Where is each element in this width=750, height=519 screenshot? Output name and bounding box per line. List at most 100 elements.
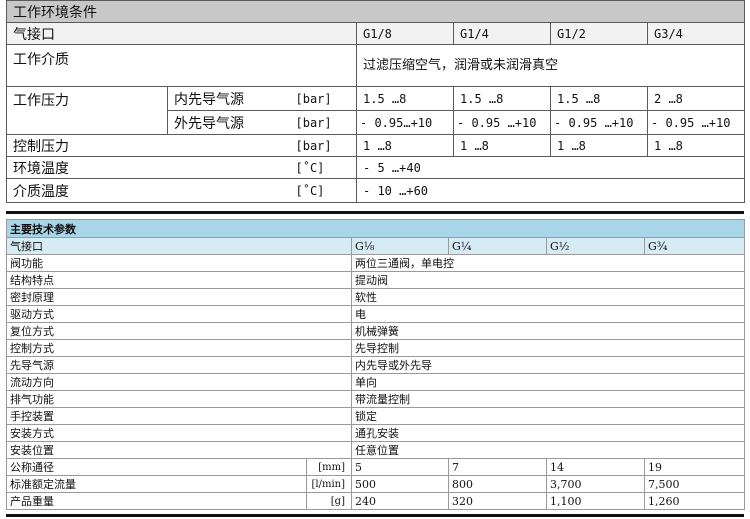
medium-temp-value: - 10 …+60 xyxy=(355,178,746,203)
port-header: G1/4 xyxy=(453,22,551,45)
spec-row-unit: [g] xyxy=(306,492,352,510)
spec-row-label: 标准额定流量 xyxy=(6,475,307,493)
spec-row-value: 7 xyxy=(448,458,547,476)
spec-row-value: 500 xyxy=(351,475,449,493)
working-conditions-title: 工作环境条件 xyxy=(5,0,746,23)
spec-row-value: 带流量控制 xyxy=(350,390,746,408)
spec-row: 密封原理 软性 xyxy=(6,288,746,306)
spec-row: 控制方式 先导控制 xyxy=(6,339,746,357)
port-header: G1/2 xyxy=(550,22,648,45)
medium-value: 过滤压缩空气，润滑或未润滑真空 xyxy=(355,44,746,87)
spec-row-value: 320 xyxy=(448,492,547,510)
spec-row-value: 800 xyxy=(448,475,547,493)
pressure-unit: [bar] xyxy=(289,110,357,135)
spec-row-label: 产品重量 xyxy=(6,492,307,510)
control-pressure-value: 1 …8 xyxy=(646,134,746,157)
spec-row-value: 19 xyxy=(643,458,746,476)
medium-value-text: 过滤压缩空气，润滑或未润滑真空 xyxy=(363,57,559,73)
port-header: G3/4 xyxy=(646,22,746,45)
spec-row-value: 机械弹簧 xyxy=(350,322,746,340)
spec-row-value: 电 xyxy=(350,305,746,323)
spec-row-label: 排气功能 xyxy=(6,390,352,408)
spec-row-label: 驱动方式 xyxy=(6,305,352,323)
spec-unit-row: 标准额定流量 [l/min] 500 800 3,700 7,500 xyxy=(6,475,746,493)
internal-pressure-value: 1.5 …8 xyxy=(356,86,454,111)
spec-row: 驱动方式电 xyxy=(6,305,746,323)
spec-row-label: 先导气源 xyxy=(6,356,352,374)
ambient-temp-unit: [˚C] xyxy=(289,156,357,179)
external-pilot-label: 外先导气源 xyxy=(167,110,290,135)
internal-pilot-label: 内先导气源 xyxy=(167,86,290,111)
spec-row-label: 控制方式 xyxy=(6,339,352,357)
spec-port-header: G½ xyxy=(546,237,645,255)
spec-rows: 阀功能 两位三通阀，单电控 结构特点 提动阀 密封原理 软性 驱动方式电 复位方式 机械… xyxy=(6,254,746,510)
ambient-temp-value: - 5 …+40 xyxy=(355,156,746,179)
spec-row-value: 提动阀 xyxy=(350,271,746,289)
spec-row: 复位方式 机械弹簧 xyxy=(6,322,746,340)
external-pressure-value: - 0.95 …+10 xyxy=(646,110,746,135)
technical-parameters-table: 主要技术参数 气接口 G⅛ G¼ G½ G¾ 阀功能 两位三通阀，单电控 结构特点… xyxy=(5,219,746,510)
external-pressure-value: - 0.95…+10 xyxy=(356,110,454,135)
spec-row-unit: [l/min] xyxy=(306,475,352,493)
internal-pressure-value: 1.5 …8 xyxy=(550,86,648,111)
control-pressure-value: 1 …8 xyxy=(453,134,551,157)
medium-label: 工作介质 xyxy=(6,44,357,87)
spec-port-header: G¼ xyxy=(448,237,547,255)
spec-row: 先导气源 内先导或外先导 xyxy=(6,356,746,374)
spec-row-value: 5 xyxy=(351,458,449,476)
control-pressure-value: 1 …8 xyxy=(550,134,648,157)
spec-row-label: 密封原理 xyxy=(6,288,352,306)
spec-row: 阀功能 两位三通阀，单电控 xyxy=(6,254,746,272)
spec-row-value: 7,500 xyxy=(643,475,746,493)
spec-row-label: 手控装置 xyxy=(6,407,352,425)
ambient-temp-label: 环境温度 xyxy=(6,156,290,179)
medium-temp-label: 介质温度 xyxy=(6,178,290,203)
spec-row-value: 两位三通阀，单电控 xyxy=(350,254,746,272)
port-label: 气接口 xyxy=(6,22,357,45)
spec-row: 手控装置 锁定 xyxy=(6,407,746,425)
spec-row-label: 流动方向 xyxy=(6,373,352,391)
medium-temp-unit: [˚C] xyxy=(289,178,357,203)
spec-row-label: 阀功能 xyxy=(6,254,352,272)
spec-row-label: 复位方式 xyxy=(6,322,352,340)
spec-row-label: 安装方式 xyxy=(6,424,352,442)
external-pressure-value: - 0.95 …+10 xyxy=(453,110,551,135)
internal-pressure-value: 2 …8 xyxy=(646,86,746,111)
port-header: G1/8 xyxy=(356,22,454,45)
pressure-unit: [bar] xyxy=(289,86,357,111)
section-divider xyxy=(6,211,744,214)
spec-row-value: 单向 xyxy=(350,373,746,391)
technical-parameters-title: 主要技术参数 xyxy=(5,219,746,238)
external-pressure-value: - 0.95 …+10 xyxy=(550,110,648,135)
spec-row: 安装方式 通孔安装 xyxy=(6,424,746,442)
spec-port-label: 气接口 xyxy=(6,237,352,255)
spec-row-value: 任意位置 xyxy=(350,441,746,459)
spec-row: 流动方向 单向 xyxy=(6,373,746,391)
spec-row-value: 内先导或外先导 xyxy=(350,356,746,374)
spec-row-value: 通孔安装 xyxy=(350,424,746,442)
spec-row: 排气功能 带流量控制 xyxy=(6,390,746,408)
control-unit: [bar] xyxy=(289,134,357,157)
internal-pressure-value: 1.5 …8 xyxy=(453,86,551,111)
spec-row-label: 结构特点 xyxy=(6,271,352,289)
spec-row-value: 先导控制 xyxy=(350,339,746,357)
spec-row: 结构特点 提动阀 xyxy=(6,271,746,289)
spec-port-header: G¾ xyxy=(643,237,746,255)
spec-row-value: 软性 xyxy=(350,288,746,306)
spec-row-unit: [mm] xyxy=(306,458,352,476)
spec-row-value: 14 xyxy=(546,458,645,476)
spec-port-header: G⅛ xyxy=(351,237,449,255)
bottom-border xyxy=(6,514,744,517)
spec-row-value: 1,100 xyxy=(546,492,645,510)
spec-unit-row: 公称通径 [mm] 5 7 14 19 xyxy=(6,458,746,476)
spec-unit-row: 产品重量 [g] 240 320 1,100 1,260 xyxy=(6,492,746,510)
control-pressure-value: 1 …8 xyxy=(356,134,454,157)
spec-row-label: 公称通径 xyxy=(6,458,307,476)
spec-row-value: 3,700 xyxy=(546,475,645,493)
pressure-label: 工作压力 xyxy=(6,86,168,135)
spec-row-value: 锁定 xyxy=(350,407,746,425)
spec-row-label: 安装位置 xyxy=(6,441,352,459)
working-conditions-table: 工作环境条件 气接口 G1/8 G1/4 G1/2 G3/4 工作介质 过滤压缩… xyxy=(5,0,746,203)
control-pressure-label: 控制压力 xyxy=(6,134,290,157)
spec-row-value: 1,260 xyxy=(643,492,746,510)
